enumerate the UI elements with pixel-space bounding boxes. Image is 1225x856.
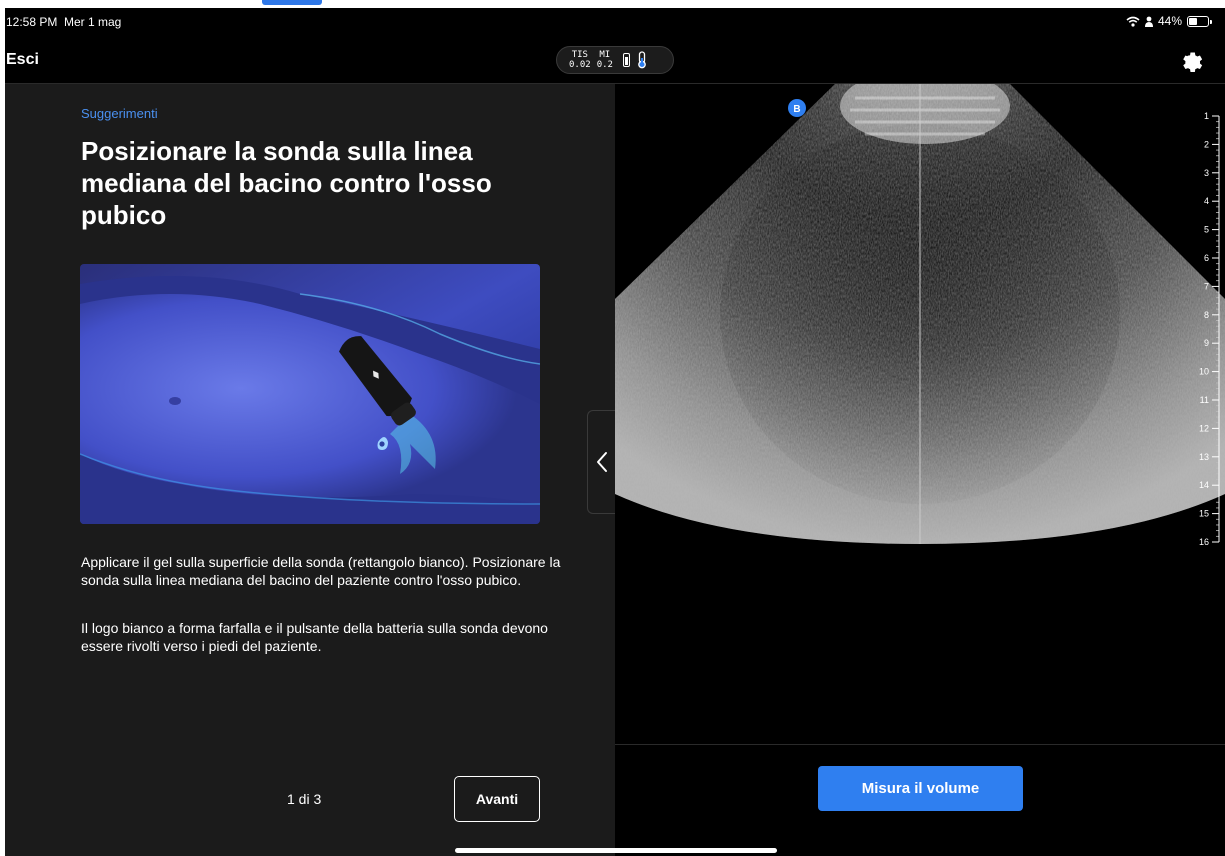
depth-label: 8: [1204, 310, 1209, 320]
app-screen: 12:58 PM Mer 1 mag 44% Esci TIS 0.02 MI …: [5, 8, 1225, 856]
instruction-paragraph-1: Applicare il gel sulla superficie della …: [81, 554, 561, 588]
collapse-panel-button[interactable]: [587, 410, 616, 514]
mode-badge: B: [788, 99, 806, 117]
instruction-paragraph-2: Il logo bianco a forma farfalla e il pul…: [81, 620, 548, 654]
top-strip: [0, 0, 1225, 8]
tis-readout: TIS 0.02: [569, 50, 591, 70]
tip-title: Posizionare la sonda sulla linea mediana…: [81, 136, 492, 230]
probe-battery-icon: [622, 53, 630, 67]
probe-status-pill: TIS 0.02 MI 0.2: [556, 46, 674, 74]
scan-action-bar: Misura il volume: [615, 744, 1225, 856]
depth-label: 12: [1199, 423, 1209, 433]
measure-volume-button[interactable]: Misura il volume: [818, 766, 1023, 811]
status-bar: 12:58 PM Mer 1 mag 44%: [5, 8, 1225, 36]
depth-label: 9: [1204, 338, 1209, 348]
depth-label: 13: [1199, 452, 1209, 462]
nav-bar: Esci TIS 0.02 MI 0.2: [5, 36, 1225, 84]
top-accent-fragment: [262, 0, 322, 5]
depth-label: 3: [1204, 168, 1209, 178]
section-label: Suggerimenti: [81, 106, 158, 121]
thermometer-icon: [638, 51, 646, 69]
page-indicator: 1 di 3: [287, 791, 322, 807]
status-indicators: 44%: [1126, 14, 1212, 28]
depth-label: 16: [1199, 537, 1209, 547]
depth-label: 6: [1204, 253, 1209, 263]
guide-panel: Suggerimenti Posizionare la sonda sulla …: [5, 84, 615, 856]
depth-label: 14: [1199, 480, 1209, 490]
depth-label: 10: [1199, 367, 1209, 377]
battery-icon: [1187, 15, 1212, 27]
depth-label: 7: [1204, 281, 1209, 291]
next-button[interactable]: Avanti: [454, 776, 540, 822]
battery-level-fill: [1189, 17, 1197, 25]
chevron-left-icon: [597, 452, 607, 472]
wifi-icon: [1126, 16, 1140, 27]
status-date: Mer 1 mag: [64, 15, 122, 29]
ultrasound-panel: 1 2 3 4 5 6 7 8 9 10 11 12 13 14 15 16 B Misura il volu…: [615, 84, 1225, 856]
gear-icon[interactable]: [1179, 49, 1203, 73]
depth-label: 15: [1199, 509, 1209, 519]
depth-label: 4: [1204, 196, 1209, 206]
tis-label: TIS: [571, 50, 588, 60]
home-indicator: [455, 848, 777, 853]
exit-button[interactable]: Esci: [6, 51, 39, 69]
mi-readout: MI 0.2: [597, 50, 613, 70]
tis-value: 0.02: [569, 60, 591, 70]
depth-label: 11: [1200, 395, 1209, 405]
depth-label: 5: [1204, 225, 1209, 235]
depth-label: 2: [1204, 139, 1209, 149]
probe-placement-illustration: [80, 264, 540, 524]
ultrasound-image-view: 12345678910111213141516 B: [615, 84, 1225, 547]
mi-value: 0.2: [596, 60, 613, 70]
depth-label: 1: [1204, 111, 1209, 121]
mi-label: MI: [599, 50, 611, 60]
mode-badge-text: B: [793, 104, 800, 115]
status-time: 12:58 PM: [6, 15, 58, 29]
person-icon: [1144, 16, 1153, 27]
battery-percent: 44%: [1157, 14, 1182, 28]
